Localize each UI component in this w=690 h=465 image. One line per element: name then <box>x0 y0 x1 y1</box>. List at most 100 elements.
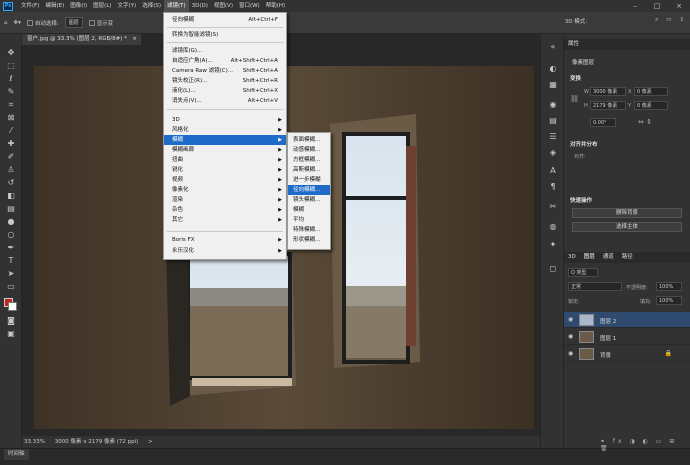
layer-select-dropdown[interactable]: 图层 <box>64 17 83 28</box>
menu-edit[interactable]: 编辑(E) <box>42 0 67 12</box>
close-icon[interactable]: × <box>668 0 690 12</box>
search-icon[interactable]: ⌕ <box>655 17 658 25</box>
filter-item-distort[interactable]: 扭曲 ▶ <box>164 155 286 165</box>
pen-icon[interactable]: ✒ <box>5 243 17 253</box>
background-color-swatch[interactable] <box>8 302 17 311</box>
frame-icon[interactable]: ⊠ <box>5 113 17 123</box>
transform-section-title[interactable]: 变换 <box>570 74 581 82</box>
auto-select-checkbox[interactable] <box>26 20 33 26</box>
history-icon[interactable]: ◈ <box>547 148 559 158</box>
filter-item-boris-fx[interactable]: Boris FX ▶ <box>164 235 286 245</box>
opacity-field[interactable]: 100% <box>656 282 682 291</box>
tab-3d[interactable]: 3D <box>568 252 576 263</box>
fill-field[interactable]: 100% <box>656 296 682 305</box>
shape-icon[interactable]: ▭ <box>5 282 17 292</box>
filter-item-pixelate[interactable]: 像素化 ▶ <box>164 185 286 195</box>
paragraph-icon[interactable]: ¶ <box>547 182 559 192</box>
document-tab[interactable]: 窗户.jpg @ 33.3% (图层 2, RGB/8#) * × <box>22 34 141 45</box>
filter-item-camera-raw[interactable]: Camera Raw 滤镜(C)... Shift+Ctrl+A <box>164 66 286 76</box>
select-subject-button[interactable]: 选择主体 <box>572 222 682 232</box>
filter-item-liquify[interactable]: 液化(L)... Shift+Ctrl+X <box>164 86 286 96</box>
brush-icon[interactable]: ✐ <box>5 152 17 162</box>
filter-item-blur[interactable]: 模糊 ▶ <box>164 135 286 145</box>
screen-mode-icon[interactable]: ▣ <box>5 329 17 339</box>
quick-actions-title[interactable]: 快速操作 <box>570 196 592 204</box>
filter-item-stylize[interactable]: 风格化 ▶ <box>164 125 286 135</box>
menu-file[interactable]: 文件(F) <box>18 0 42 12</box>
quick-mask-icon[interactable]: ◙ <box>5 316 17 326</box>
character-icon[interactable]: A <box>547 166 559 176</box>
eyedropper-icon[interactable]: ⁄ <box>5 126 17 136</box>
blur-item-motion[interactable]: 动感模糊... <box>288 145 330 155</box>
properties-icon[interactable]: ☰ <box>547 132 559 142</box>
color-icon[interactable]: ◐ <box>547 64 559 74</box>
zoom-level[interactable]: 33.33% <box>24 439 45 445</box>
y-field[interactable]: 0 像素 <box>634 101 668 110</box>
align-section-title[interactable]: 对齐并分布 <box>570 140 598 148</box>
visibility-eye-icon[interactable]: ◉ <box>568 316 573 323</box>
tab-close-icon[interactable]: × <box>132 34 137 45</box>
menu-window[interactable]: 窗口(W) <box>236 0 263 12</box>
filter-item-yongle[interactable]: 永乐汉化 ▶ <box>164 246 286 256</box>
blur-item-gaussian[interactable]: 高斯模糊... <box>288 165 330 175</box>
blur-item-lens[interactable]: 镜头模糊... <box>288 195 330 205</box>
filter-item-gallery[interactable]: 滤镜库(G)... <box>164 46 286 56</box>
minimize-icon[interactable]: – <box>624 0 646 12</box>
blur-item-shape[interactable]: 形状模糊... <box>288 235 330 245</box>
blur-item-smart[interactable]: 特殊模糊... <box>288 225 330 235</box>
healing-icon[interactable]: ✚ <box>5 139 17 149</box>
blur-item-blur-more[interactable]: 进一步模糊 <box>288 175 330 185</box>
layer-actions-icons[interactable]: ⚭ fx ◑ ◐ ▭ ⊞ 🗑 <box>600 438 690 452</box>
filter-item-3d[interactable]: 3D ▶ <box>164 115 286 125</box>
tab-paths[interactable]: 路径 <box>622 252 633 263</box>
blur-item-radial[interactable]: 径向模糊... <box>288 185 330 195</box>
filter-item-vanishing-point[interactable]: 消失点(V)... Alt+Ctrl+V <box>164 96 286 106</box>
link-icon[interactable]: ⛓ <box>570 95 579 103</box>
tab-layers[interactable]: 图层 <box>584 252 595 263</box>
filter-item-lens-correction[interactable]: 镜头校正(R)... Shift+Ctrl+R <box>164 76 286 86</box>
brushes-icon[interactable]: ◍ <box>547 222 559 232</box>
layer-row[interactable]: ◉ 图层 2 <box>564 312 690 328</box>
type-icon[interactable]: T <box>5 256 17 266</box>
stamp-icon[interactable]: ♙ <box>5 165 17 175</box>
blur-item-blur[interactable]: 模糊 <box>288 205 330 215</box>
path-select-icon[interactable]: ➤ <box>5 269 17 279</box>
visibility-eye-icon[interactable]: ◉ <box>568 350 573 357</box>
maximize-icon[interactable]: □ <box>646 0 668 12</box>
filter-item-noise[interactable]: 杂色 ▶ <box>164 205 286 215</box>
blur-icon[interactable]: ● <box>5 217 17 227</box>
remove-background-button[interactable]: 删除背景 <box>572 208 682 218</box>
layer-row[interactable]: ◉ 图层 1 <box>564 329 690 345</box>
move-icon[interactable]: ✥ <box>5 48 17 58</box>
gradient-icon[interactable]: ▤ <box>5 204 17 214</box>
menu-select[interactable]: 选择(S) <box>139 0 164 12</box>
filter-item-radial-blur[interactable]: 径向模糊 Alt+Ctrl+F <box>164 15 286 25</box>
visibility-eye-icon[interactable]: ◉ <box>568 333 573 340</box>
blur-item-average[interactable]: 平均 <box>288 215 330 225</box>
status-arrow-icon[interactable]: > <box>148 439 153 445</box>
properties-header[interactable]: 属性 <box>564 39 690 50</box>
blur-item-surface[interactable]: 表面模糊... <box>288 135 330 145</box>
show-transform-checkbox[interactable] <box>88 20 95 26</box>
dodge-icon[interactable]: ○ <box>5 230 17 240</box>
filter-item-render[interactable]: 渲染 ▶ <box>164 195 286 205</box>
angle-field[interactable]: 0.00° <box>590 118 616 127</box>
menu-help[interactable]: 帮助(H) <box>263 0 288 12</box>
menu-type[interactable]: 文字(Y) <box>115 0 140 12</box>
3d-icon[interactable]: ◻ <box>547 264 559 274</box>
width-field[interactable]: 3000 像素 <box>590 87 626 96</box>
libraries-icon[interactable]: ▤ <box>547 116 559 126</box>
lasso-icon[interactable]: ℓ <box>5 74 17 84</box>
filter-item-video[interactable]: 视频 ▶ <box>164 175 286 185</box>
menu-layer[interactable]: 图层(L) <box>90 0 114 12</box>
crop-icon[interactable]: ⌗ <box>5 100 17 110</box>
tool-presets-icon[interactable]: ✂ <box>547 202 559 212</box>
menu-filter[interactable]: 滤镜(T) <box>163 0 189 12</box>
workspace-icon[interactable]: ▭ <box>666 17 671 25</box>
menu-image[interactable]: 图像(I) <box>67 0 90 12</box>
marquee-icon[interactable]: ⬚ <box>5 61 17 71</box>
layer-row[interactable]: ◉ 背景 🔒 <box>564 346 690 362</box>
x-field[interactable]: 0 像素 <box>634 87 668 96</box>
share-icon[interactable]: ⇪ <box>679 17 684 25</box>
layer-kind-filter[interactable]: Q 类型 <box>568 268 598 277</box>
